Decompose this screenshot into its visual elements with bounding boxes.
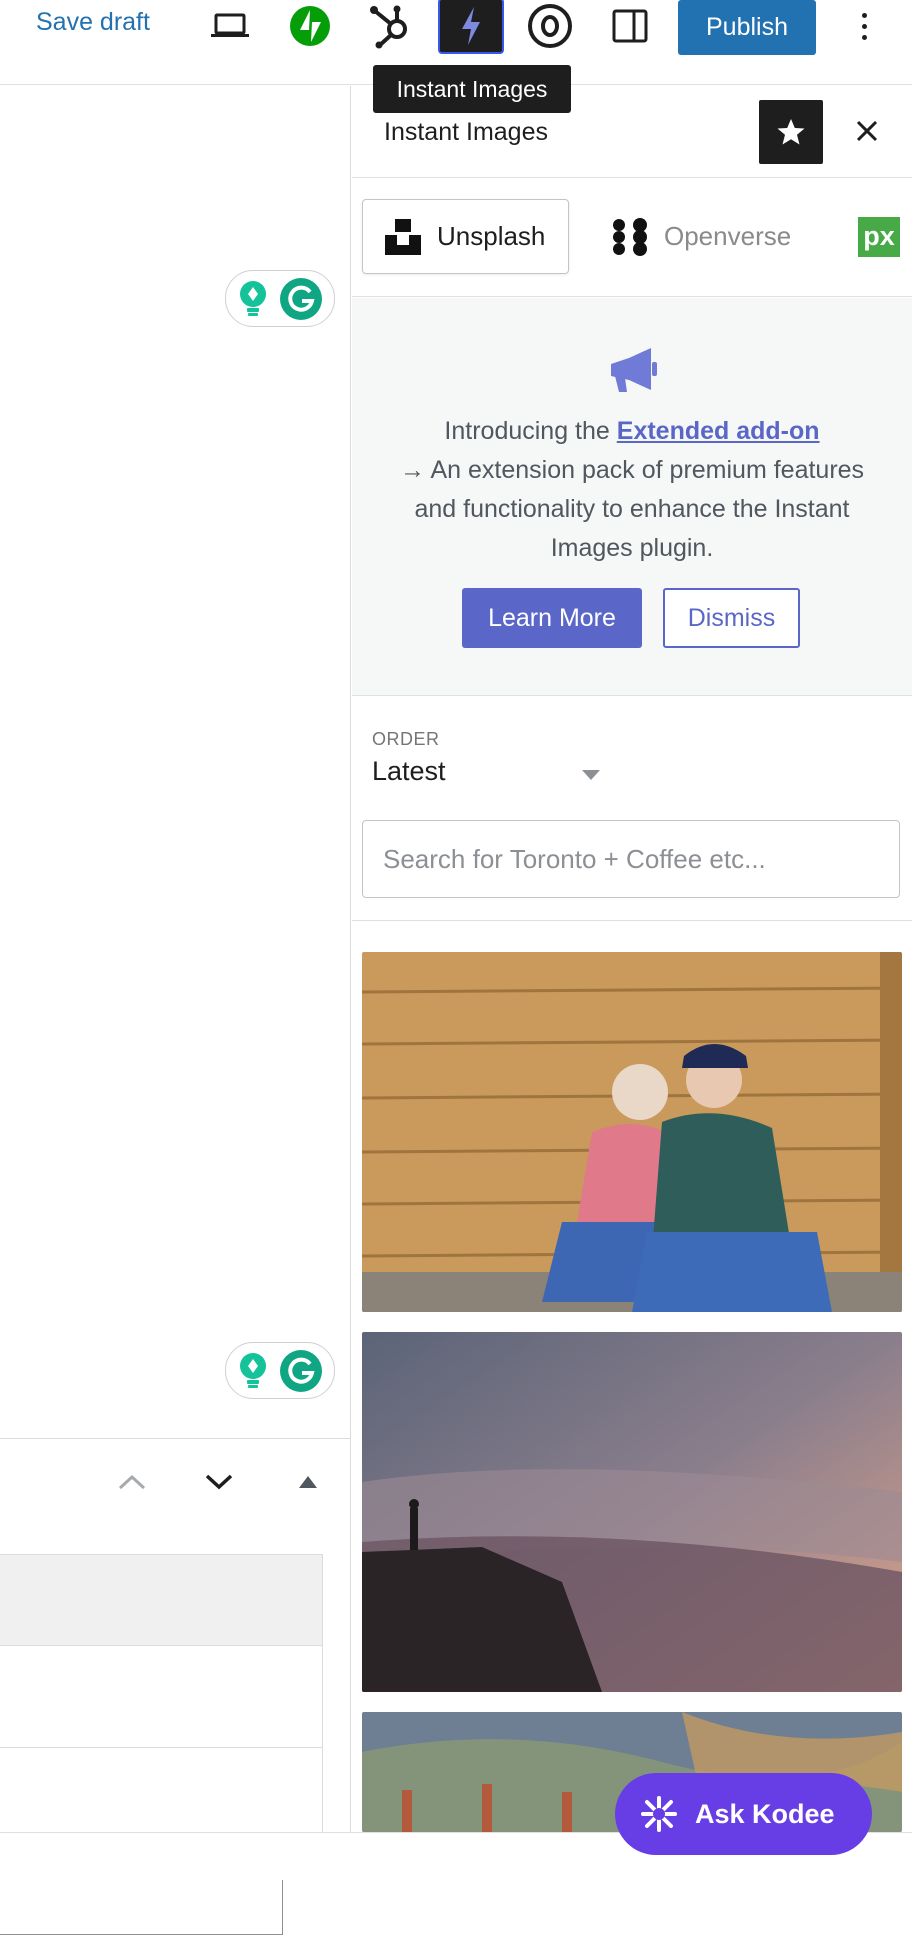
provider-tab-unsplash[interactable]: Unsplash	[362, 199, 569, 274]
notice-body: → An extension pack of premium features …	[399, 456, 865, 562]
jetpack-icon[interactable]	[282, 0, 338, 52]
collapse-panel-icon[interactable]	[288, 1462, 328, 1502]
pixabay-icon: px	[858, 216, 900, 257]
sidebar-title: Instant Images	[384, 118, 548, 146]
move-up-icon[interactable]	[112, 1462, 152, 1502]
star-icon[interactable]	[759, 100, 823, 164]
grammarly-widget[interactable]	[225, 270, 335, 327]
ask-kodee-button[interactable]: Ask Kodee	[615, 1773, 872, 1855]
desktop-preview-icon[interactable]	[202, 0, 258, 52]
meta-panel-divider	[0, 1438, 351, 1439]
sidebar-toggle-icon[interactable]	[602, 0, 658, 52]
meta-box-row	[0, 1646, 322, 1748]
extended-addon-notice: Introducing the Extended add-on → An ext…	[352, 298, 912, 696]
extended-addon-link[interactable]: Extended add-on	[617, 417, 820, 445]
notice-text: Introducing the Extended add-on → An ext…	[392, 412, 872, 568]
grammarly-icon	[280, 1349, 323, 1392]
editor-canvas	[0, 86, 351, 1935]
save-draft-button[interactable]: Save draft	[36, 8, 150, 37]
tooltip: Instant Images	[373, 65, 571, 113]
image-result[interactable]	[362, 1332, 902, 1692]
more-options-icon[interactable]	[852, 4, 876, 48]
dismiss-button[interactable]: Dismiss	[663, 588, 800, 648]
unsplash-icon	[385, 218, 421, 255]
grammarly-widget[interactable]	[225, 1342, 335, 1399]
image-result[interactable]	[362, 952, 902, 1312]
provider-tab-pixabay[interactable]: px	[858, 199, 900, 274]
hubspot-icon[interactable]	[362, 0, 418, 52]
provider-label: Unsplash	[437, 221, 546, 251]
chevron-down-icon[interactable]	[582, 770, 600, 780]
search-input[interactable]	[362, 820, 900, 898]
meta-box-table	[0, 1554, 323, 1844]
instant-images-icon[interactable]	[438, 0, 504, 54]
meta-text-input[interactable]	[0, 1875, 283, 1935]
notice-intro: Introducing the	[444, 417, 617, 445]
sparkle-icon	[641, 1796, 677, 1832]
megaphone-icon	[605, 344, 659, 403]
yoast-icon[interactable]	[522, 0, 578, 52]
divider	[352, 920, 912, 921]
close-icon[interactable]	[846, 110, 888, 152]
openverse-icon	[613, 217, 647, 256]
order-select[interactable]: Latest	[372, 756, 446, 787]
meta-box-header	[0, 1555, 322, 1646]
lightbulb-icon	[239, 280, 266, 316]
provider-tabs: Unsplash Openverse px	[352, 179, 912, 297]
grammarly-icon	[280, 277, 323, 320]
publish-button[interactable]: Publish	[678, 0, 816, 55]
provider-label: Openverse	[664, 221, 792, 251]
provider-tab-openverse[interactable]: Openverse	[610, 199, 791, 274]
learn-more-button[interactable]: Learn More	[462, 588, 642, 648]
ask-kodee-label: Ask Kodee	[695, 1798, 835, 1829]
instant-images-sidebar: Instant Images Unsplash Openverse px Int…	[352, 86, 912, 1832]
order-label: ORDER	[372, 729, 440, 749]
lightbulb-icon	[239, 1352, 266, 1388]
move-down-icon[interactable]	[199, 1462, 239, 1502]
